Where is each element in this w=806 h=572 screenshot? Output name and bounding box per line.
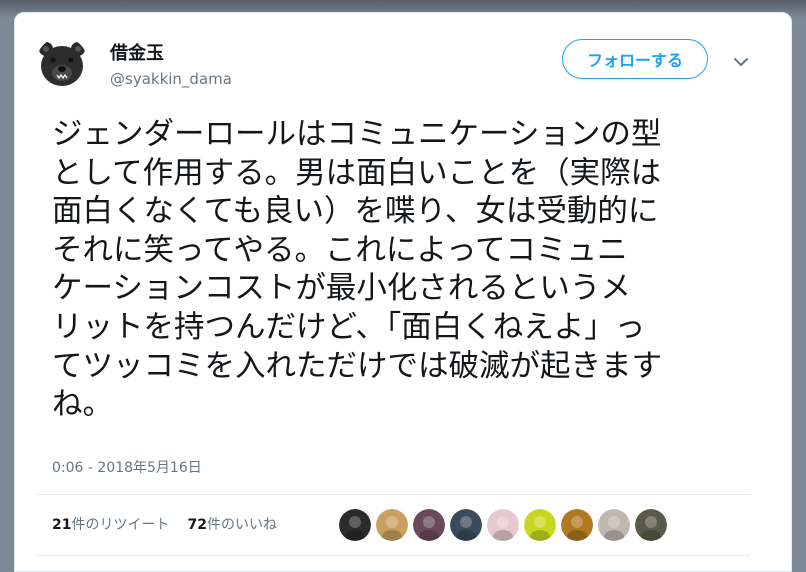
- like-label: 件のいいね: [206, 517, 277, 533]
- bear-face-icon: [36, 37, 88, 89]
- like-count-link[interactable]: 72件のいいね: [187, 514, 276, 534]
- liker-avatar-list: [339, 509, 667, 541]
- avatar[interactable]: [36, 37, 88, 89]
- liker-avatar-2[interactable]: [376, 509, 408, 541]
- liker-avatar-6[interactable]: [524, 509, 556, 541]
- liker-avatar-8[interactable]: [598, 509, 630, 541]
- liker-avatar-7[interactable]: [561, 509, 593, 541]
- divider-bottom: [36, 555, 750, 556]
- display-name[interactable]: 借金玉: [110, 43, 232, 65]
- user-handle[interactable]: @syakkin_dama: [110, 69, 232, 89]
- liker-avatar-4[interactable]: [450, 509, 482, 541]
- tweet-timestamp[interactable]: 0:06 - 2018年5月16日: [52, 457, 202, 477]
- tweet-text-line: ね。: [52, 387, 113, 423]
- tweet-text-line: ケーションコストが最小化されるというメ: [52, 271, 631, 307]
- tweet-text-line: リットを持つんだけど、「面白くねえよ」っ: [52, 309, 646, 345]
- liker-avatar-1[interactable]: [339, 509, 371, 541]
- retweet-label: 件のリツイート: [71, 517, 170, 533]
- tweet-text-line: 面白くなくても良い）を喋り、女は受動的に: [52, 194, 659, 230]
- tweet-header: 借金玉 @syakkin_dama フォローする: [36, 31, 756, 101]
- tweet-text-line: ジェンダーロールはコミュニケーションの型: [52, 117, 662, 152]
- tweet-stats: 21件のリツイート 72件のいいね: [52, 514, 277, 534]
- retweet-count-link[interactable]: 21件のリツイート: [52, 514, 169, 534]
- chevron-down-icon: [734, 57, 748, 66]
- tweet-text-line: として作用する。男は面白いことを（実際は: [52, 155, 662, 191]
- liker-avatar-3[interactable]: [413, 509, 445, 541]
- tweet-text-line: それに笑ってやる。これによってコミュニ: [52, 232, 628, 268]
- tweet-text: ジェンダーロールはコミュニケーションの型 として作用する。男は面白いことを（実際…: [52, 116, 752, 425]
- follow-button[interactable]: フォローする: [562, 39, 708, 79]
- tweet-menu-button[interactable]: [730, 51, 752, 73]
- liker-avatar-5[interactable]: [487, 509, 519, 541]
- tweet-text-line: てツッコミを入れただけでは破滅が起きます: [52, 348, 662, 384]
- user-name-block[interactable]: 借金玉 @syakkin_dama: [110, 43, 232, 89]
- retweet-count: 21: [52, 517, 72, 533]
- like-count: 72: [187, 517, 207, 533]
- divider-top: [36, 494, 750, 495]
- liker-avatar-9[interactable]: [635, 509, 667, 541]
